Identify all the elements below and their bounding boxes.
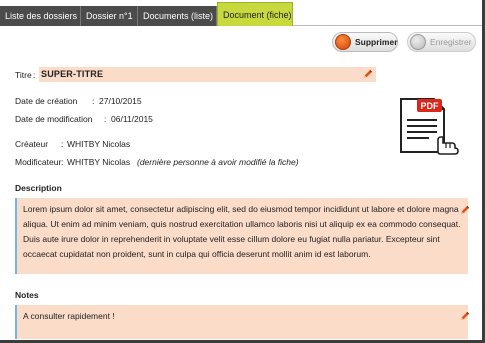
modified-value: 06/11/2015 — [111, 114, 153, 124]
description-box[interactable]: Lorem ipsum dolor sit amet, consectetur … — [15, 198, 468, 274]
pdf-document-icon[interactable]: PDF — [398, 96, 462, 156]
tab-document-sheet[interactable]: Document (fiche) — [217, 2, 293, 26]
modifier-separator: : — [61, 157, 64, 167]
pdf-badge: PDF — [421, 101, 440, 111]
created-separator: : — [92, 96, 95, 106]
edit-notes-pencil-icon[interactable] — [459, 311, 470, 322]
modified-label: Date de modification — [15, 114, 93, 124]
modifier-value: WHITBY Nicolas — [67, 157, 131, 167]
title-value: SUPER-TITRE — [41, 69, 104, 79]
description-heading: Description — [15, 183, 62, 193]
delete-button[interactable]: Supprimer — [332, 32, 398, 52]
window-frame — [0, 0, 485, 343]
pointing-hand-icon — [437, 136, 459, 155]
notes-box[interactable]: A consulter rapidement ! — [15, 305, 468, 339]
notes-heading: Notes — [15, 290, 39, 300]
modifier-note: (dernière personne à avoir modifié la fi… — [137, 157, 299, 167]
description-text: Lorem ipsum dolor sit amet, consectetur … — [23, 204, 461, 259]
title-separator: : — [33, 70, 36, 80]
save-button-label: Enregistrer — [430, 37, 472, 47]
tab-documents-list[interactable]: Documents (liste) — [138, 6, 217, 26]
notes-text: A consulter rapidement ! — [23, 311, 115, 321]
edit-title-pencil-icon[interactable] — [362, 69, 373, 80]
tab-folder-1[interactable]: Dossier n°1 — [81, 6, 138, 26]
tab-folders-list[interactable]: Liste des dossiers — [0, 6, 81, 26]
delete-button-label: Supprimer — [355, 37, 398, 47]
title-label: Titre — [15, 70, 32, 80]
modifier-label: Modificateur — [15, 157, 62, 167]
edit-description-pencil-icon[interactable] — [459, 205, 470, 216]
save-button[interactable]: Enregistrer — [407, 32, 476, 52]
title-field[interactable]: SUPER-TITRE — [39, 67, 376, 82]
orange-dot-icon — [335, 34, 351, 50]
created-value: 27/10/2015 — [99, 96, 142, 106]
modified-separator: : — [104, 114, 107, 124]
creator-label: Créateur — [15, 139, 49, 149]
grey-dot-icon — [410, 34, 426, 50]
tab-bar: Liste des dossiers Dossier n°1 Documents… — [0, 0, 482, 26]
creator-value: WHITBY Nicolas — [67, 139, 131, 149]
created-label: Date de création — [15, 96, 78, 106]
creator-separator: : — [61, 139, 64, 149]
